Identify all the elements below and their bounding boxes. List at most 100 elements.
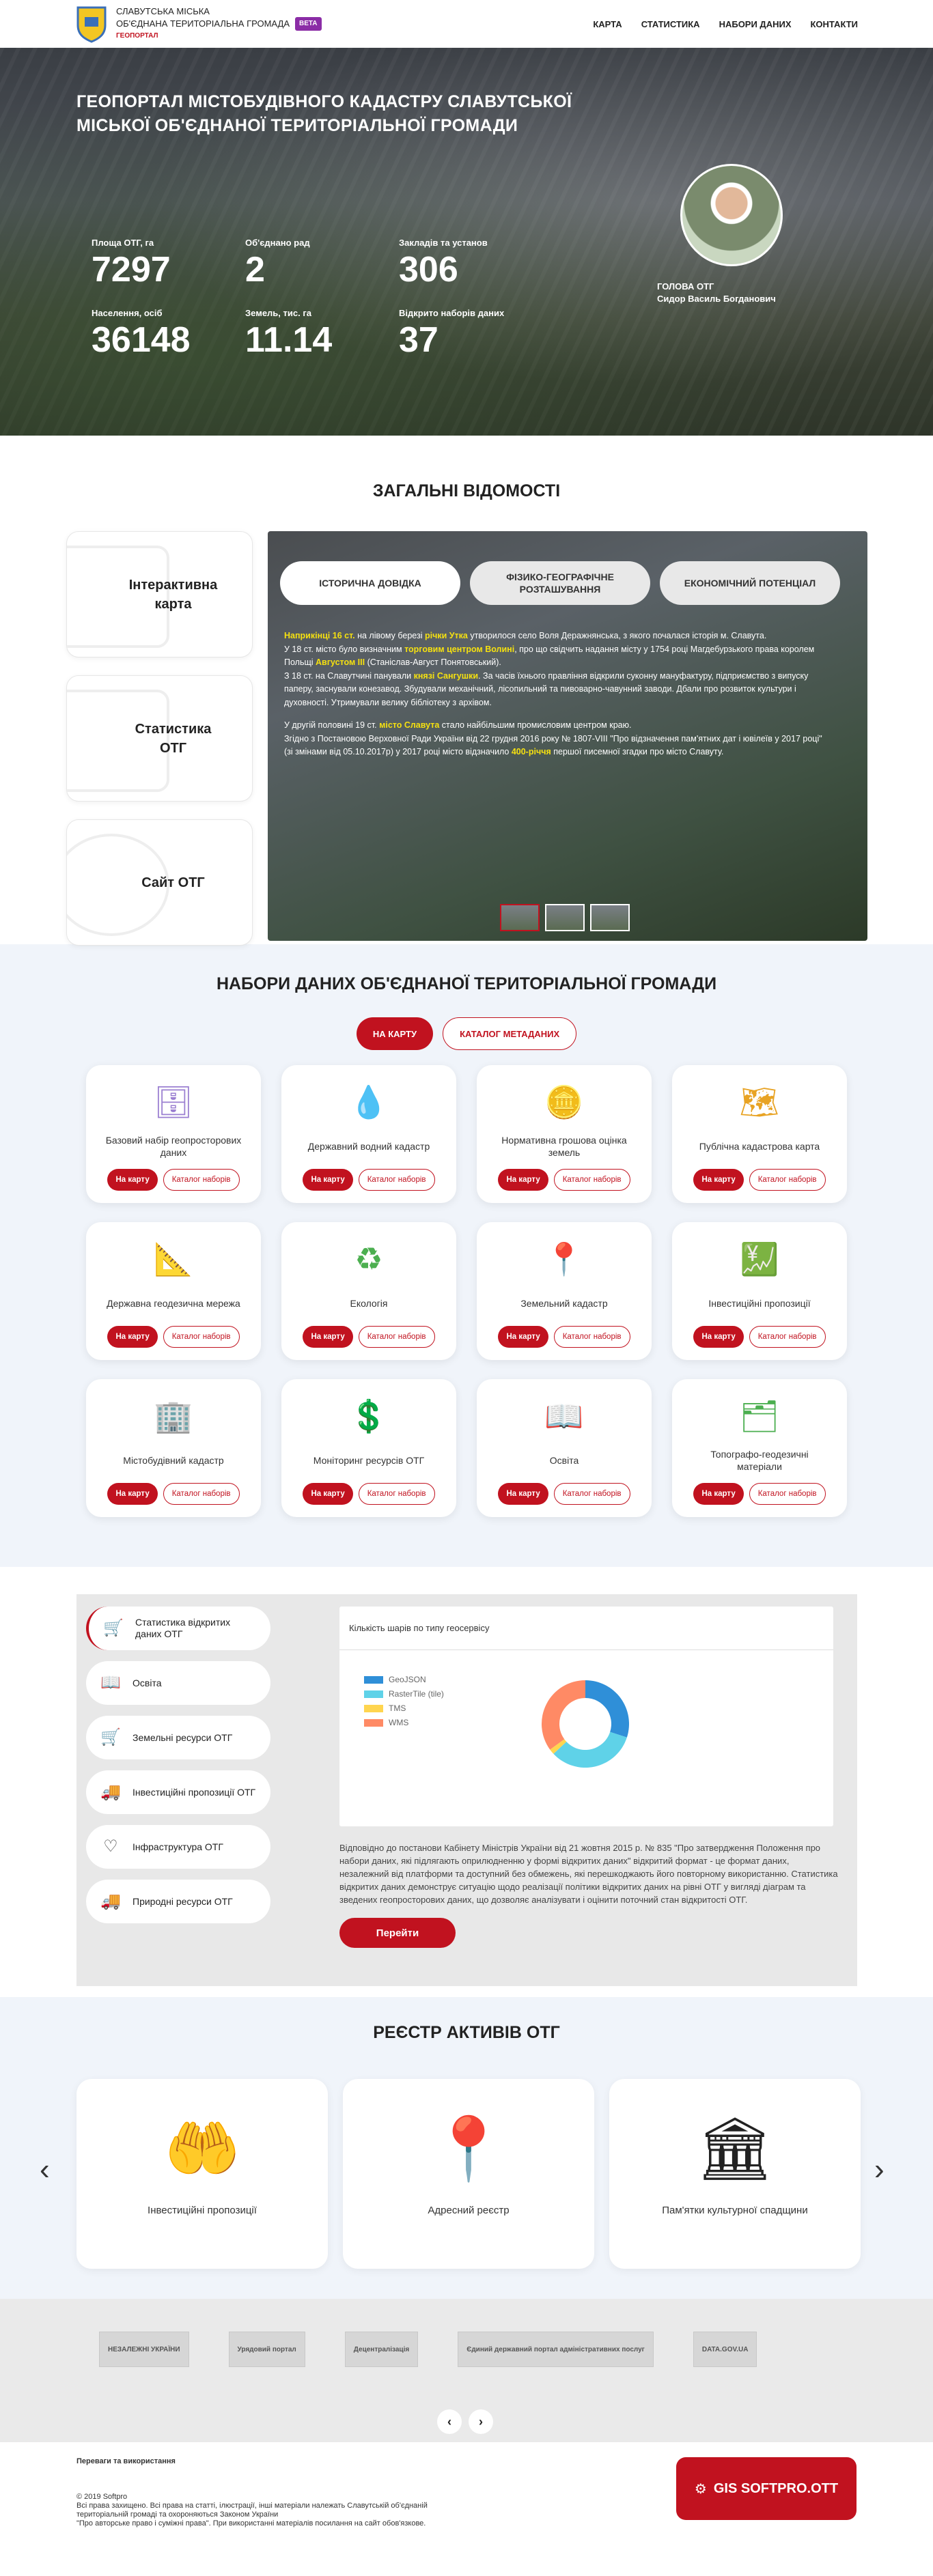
dataset-map-button[interactable]: На карту <box>498 1326 548 1348</box>
dataset-title: Земельний кадастр <box>520 1298 608 1309</box>
dataset-catalog-button[interactable]: Каталог наборів <box>749 1326 826 1348</box>
partner-logo[interactable]: Децентралізація <box>344 2332 419 2367</box>
dataset-catalog-button[interactable]: Каталог наборів <box>553 1169 630 1191</box>
side-cards: Інтерактивна карта Статистика ОТГ Сайт О… <box>66 531 253 963</box>
partner-logo[interactable]: Єдиний державний портал адміністративних… <box>458 2332 654 2367</box>
brand-line-2: ОБ'ЄДНАНА ТЕРИТОРІАЛЬНА ГРОМАДА <box>116 18 290 29</box>
dataset-card[interactable]: 🗄 Базовий набір геопросторових даних На … <box>86 1065 261 1203</box>
dataset-catalog-button[interactable]: Каталог наборів <box>163 1326 240 1348</box>
partner-logo[interactable]: Урядовий портал <box>228 2332 305 2367</box>
section-title: ЗАГАЛЬНІ ВІДОМОСТІ <box>372 481 561 500</box>
to-map-button[interactable]: НА КАРТУ <box>356 1017 434 1050</box>
metadata-catalog-button[interactable]: КАТАЛОГ МЕТАДАНИХ <box>443 1017 577 1050</box>
statistics-card[interactable]: Статистика ОТГ <box>66 675 253 802</box>
dataset-catalog-button[interactable]: Каталог наборів <box>358 1483 435 1505</box>
nav-map[interactable]: КАРТА <box>593 19 622 29</box>
dataset-catalog-button[interactable]: Каталог наборів <box>749 1169 826 1191</box>
dataset-catalog-button[interactable]: Каталог наборів <box>163 1169 240 1191</box>
interactive-map-card[interactable]: Інтерактивна карта <box>66 531 253 657</box>
info-tabs: ІСТОРИЧНА ДОВІДКА ФІЗИКО-ГЕОГРАФІЧНЕ РОЗ… <box>268 531 867 605</box>
dataset-card[interactable]: 🗺 Публічна кадастрова карта На карту Кат… <box>672 1065 847 1203</box>
text: утворилося село Воля Деражнянська, з яко… <box>467 631 767 640</box>
copyright-line: Всі права захищено. Всі права на статті,… <box>76 2502 428 2519</box>
dataset-catalog-button[interactable]: Каталог наборів <box>553 1483 630 1505</box>
head-photo <box>680 164 783 266</box>
dataset-map-button[interactable]: На карту <box>498 1483 548 1505</box>
dataset-card[interactable]: 🗂 Топографо-геодезичні матеріали На карт… <box>672 1379 847 1517</box>
highlight: річки Утка <box>424 631 468 640</box>
terms-link[interactable]: Переваги та використання <box>76 2457 176 2465</box>
dataset-card[interactable]: 🪙 Нормативна грошова оцінка земель На ка… <box>477 1065 652 1203</box>
site-card[interactable]: Сайт ОТГ <box>66 819 253 946</box>
open-data-menu-item[interactable]: 🛒 Статистика відкритих даних ОТГ <box>86 1607 270 1650</box>
thumbnail[interactable] <box>545 904 585 931</box>
tab-history[interactable]: ІСТОРИЧНА ДОВІДКА <box>280 561 460 605</box>
donut-slice-rastertile-tile-[interactable] <box>553 1731 627 1768</box>
open-data-menu-item[interactable]: 🛒 Земельні ресурси ОТГ <box>86 1716 270 1759</box>
dataset-card[interactable]: 💲 Моніторинг ресурсів ОТГ На карту Катал… <box>281 1379 456 1517</box>
region-map-icon: 📍 <box>544 1241 584 1277</box>
dataset-map-button[interactable]: На карту <box>303 1326 353 1348</box>
nav-datasets[interactable]: НАБОРИ ДАНИХ <box>719 19 792 29</box>
tab-economy[interactable]: ЕКОНОМІЧНИЙ ПОТЕНЦІАЛ <box>660 561 840 605</box>
dataset-actions: На карту Каталог наборів <box>107 1169 240 1191</box>
dataset-card[interactable]: 💧 Державний водний кадастр На карту Ката… <box>281 1065 456 1203</box>
softpro-logo[interactable]: ⚙ GIS SOFTPRO.OTT <box>676 2457 857 2520</box>
chart-title: Кількість шарів по типу геосервісу <box>339 1607 833 1650</box>
dataset-map-button[interactable]: На карту <box>693 1483 744 1505</box>
registry-card[interactable]: 🤲 Інвестиційні пропозиції <box>76 2079 328 2269</box>
dataset-map-button[interactable]: На карту <box>303 1483 353 1505</box>
open-data-menu-item[interactable]: 🚚 Інвестиційні пропозиції ОТГ <box>86 1770 270 1814</box>
stat-value: 36148 <box>92 320 191 360</box>
chevron-right-icon[interactable]: › <box>469 2409 493 2434</box>
open-data-menu-item[interactable]: 🚚 Природні ресурси ОТГ <box>86 1880 270 1923</box>
dataset-map-button[interactable]: На карту <box>693 1326 744 1348</box>
partner-logo[interactable]: DATA.GOV.UA <box>693 2332 757 2367</box>
dataset-card[interactable]: ♻ Екологія На карту Каталог наборів <box>281 1222 456 1360</box>
dataset-map-button[interactable]: На карту <box>303 1169 353 1191</box>
dataset-card[interactable]: 💹 Інвестиційні пропозиції На карту Катал… <box>672 1222 847 1360</box>
next-arrow-icon[interactable]: › <box>874 2153 885 2187</box>
main-nav: КАРТА СТАТИСТИКА НАБОРИ ДАНИХ КОНТАКТИ <box>593 19 858 29</box>
stat-label: Площа ОТГ, га <box>92 238 154 248</box>
dataset-catalog-button[interactable]: Каталог наборів <box>358 1169 435 1191</box>
dataset-map-button[interactable]: На карту <box>107 1326 158 1348</box>
dataset-title: Державний водний кадастр <box>307 1141 430 1152</box>
dataset-card[interactable]: 📍 Земельний кадастр На карту Каталог наб… <box>477 1222 652 1360</box>
buildings-icon: 🏢 <box>154 1398 193 1434</box>
dataset-catalog-button[interactable]: Каталог наборів <box>553 1326 630 1348</box>
partner-logo[interactable]: НЕЗАЛЕЖНІ УКРАЇНИ <box>99 2332 189 2367</box>
dataset-map-button[interactable]: На карту <box>107 1169 158 1191</box>
cart-icon: 🛒 <box>100 1728 121 1746</box>
thumbnail[interactable] <box>500 904 540 931</box>
cart-icon: 🛒 <box>103 1619 124 1637</box>
nav-contacts[interactable]: КОНТАКТИ <box>811 19 859 29</box>
donut-slice-geojson[interactable] <box>585 1680 629 1738</box>
coat-of-arms-logo[interactable] <box>75 5 108 43</box>
registry-card[interactable]: 🏛 Пам'ятки культурної спадщини <box>609 2079 861 2269</box>
dataset-card[interactable]: 📖 Освіта На карту Каталог наборів <box>477 1379 652 1517</box>
menu-label: Освіта <box>133 1677 162 1688</box>
dataset-catalog-button[interactable]: Каталог наборів <box>358 1326 435 1348</box>
text: першої писемної згадки про місто Славуту… <box>551 747 724 756</box>
prev-arrow-icon[interactable]: ‹ <box>40 2153 50 2187</box>
dataset-catalog-button[interactable]: Каталог наборів <box>749 1483 826 1505</box>
thumbnail[interactable] <box>590 904 630 931</box>
dataset-map-button[interactable]: На карту <box>107 1483 158 1505</box>
donut-slice-wms[interactable] <box>542 1680 585 1750</box>
open-data-menu-item[interactable]: 📖 Освіта <box>86 1661 270 1705</box>
text: на лівому березі <box>354 631 425 640</box>
registry-card[interactable]: 📍 Адресний реєстр <box>343 2079 594 2269</box>
dataset-card[interactable]: 🏢 Містобудівний кадастр На карту Каталог… <box>86 1379 261 1517</box>
dataset-catalog-button[interactable]: Каталог наборів <box>163 1483 240 1505</box>
dataset-map-button[interactable]: На карту <box>693 1169 744 1191</box>
hero-banner: ГЕОПОРТАЛ МІСТОБУДІВНОГО КАДАСТРУ СЛАВУТ… <box>0 48 933 436</box>
dataset-map-button[interactable]: На карту <box>498 1169 548 1191</box>
nav-statistics[interactable]: СТАТИСТИКА <box>641 19 700 29</box>
dataset-card[interactable]: 📐 Державна геодезична мережа На карту Ка… <box>86 1222 261 1360</box>
menu-label: Інфраструктура ОТГ <box>133 1841 223 1852</box>
tab-geography[interactable]: ФІЗИКО-ГЕОГРАФІЧНЕ РОЗТАШУВАННЯ <box>470 561 650 605</box>
chevron-left-icon[interactable]: ‹ <box>437 2409 462 2434</box>
open-data-menu-item[interactable]: ♡ Інфраструктура ОТГ <box>86 1825 270 1869</box>
go-button[interactable]: Перейти <box>339 1918 456 1948</box>
